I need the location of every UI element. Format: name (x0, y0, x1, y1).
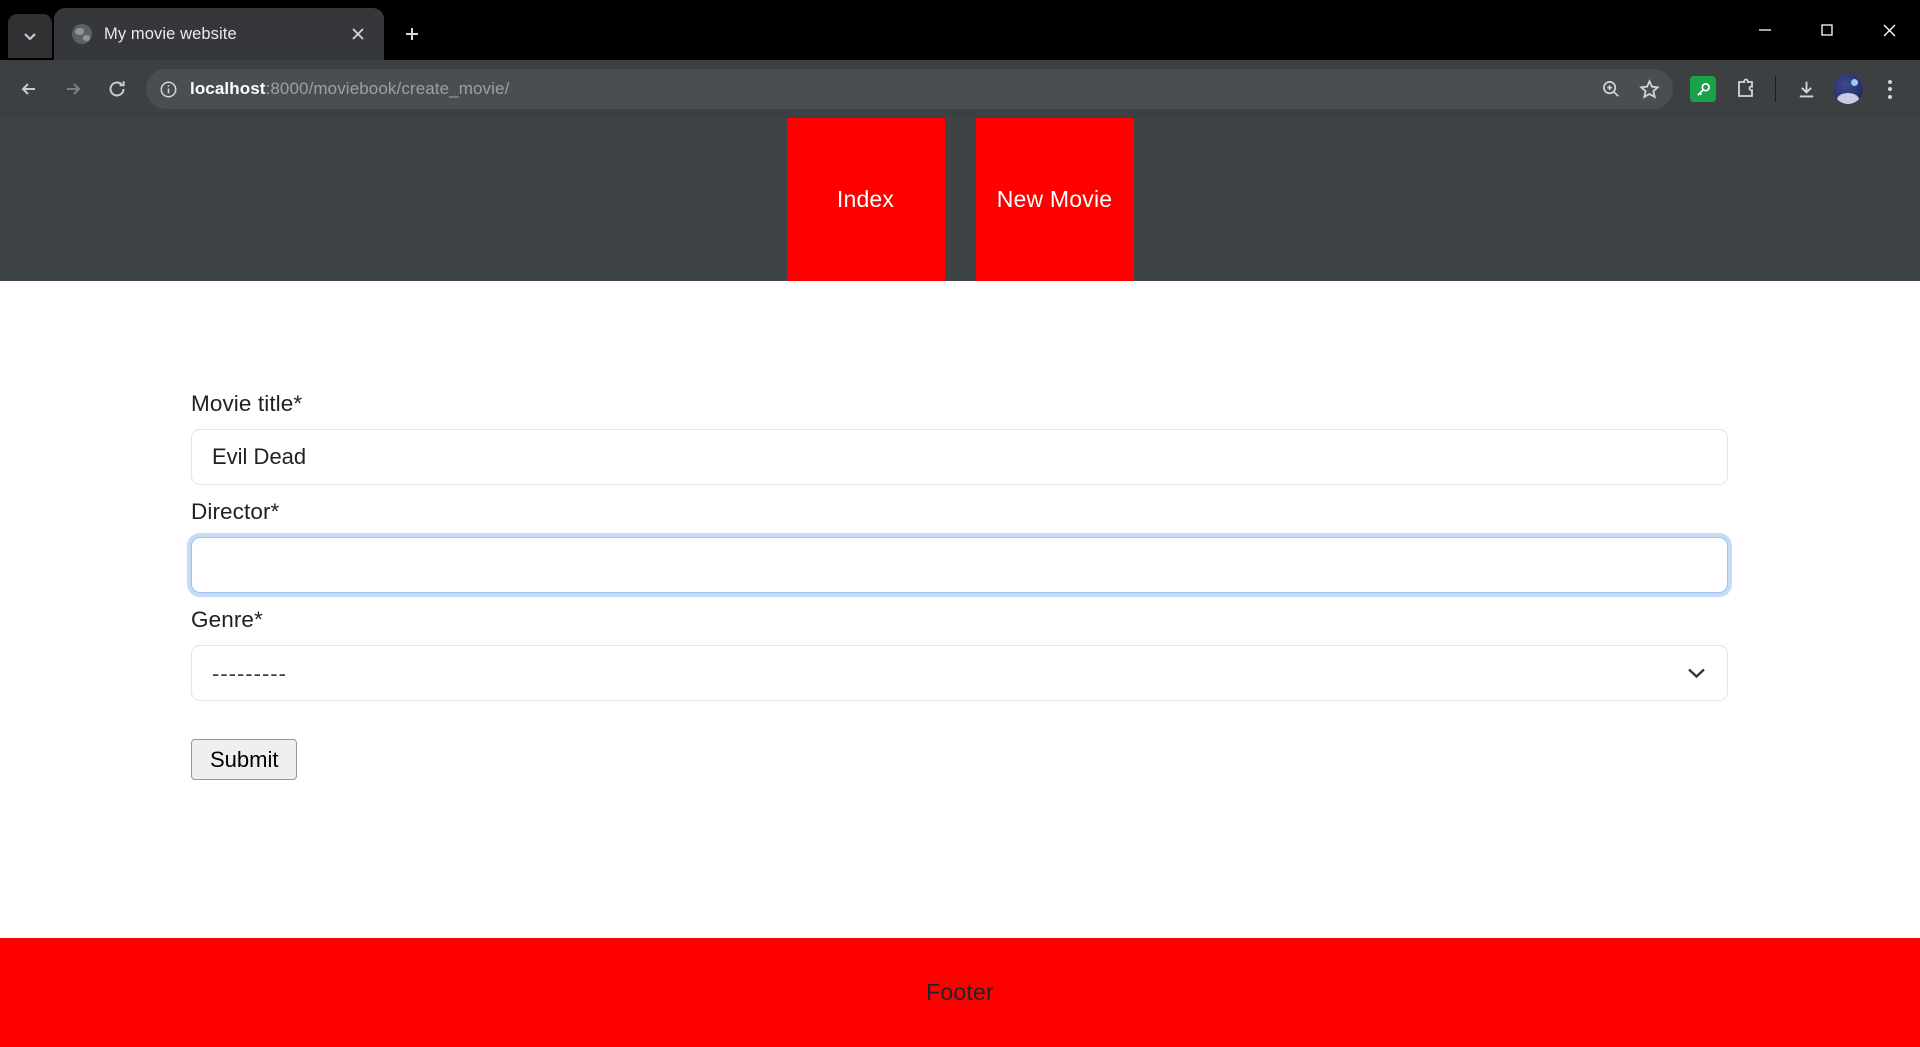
browser-titlebar: My movie website (0, 0, 1920, 60)
url-text: localhost:8000/moviebook/create_movie/ (190, 79, 1589, 99)
maximize-icon (1821, 24, 1833, 36)
browser-window: My movie website localhost:8000/movieboo… (0, 0, 1920, 1047)
create-movie-form: Movie title* Director* Genre* --------- (191, 391, 1728, 781)
close-icon (1883, 24, 1895, 36)
field-director: Director* (191, 499, 1728, 593)
new-tab-button[interactable] (394, 16, 430, 52)
extensions-button[interactable] (1725, 69, 1765, 109)
back-arrow-icon (21, 83, 35, 95)
download-icon (1799, 81, 1813, 97)
page-main-content: Movie title* Director* Genre* --------- (0, 281, 1920, 938)
extensions-puzzle-icon (1738, 78, 1753, 97)
browser-tab[interactable]: My movie website (54, 8, 384, 60)
zoom-in-icon (1603, 81, 1619, 97)
address-bar[interactable]: localhost:8000/moviebook/create_movie/ (146, 69, 1673, 109)
password-manager-button[interactable] (1683, 69, 1723, 109)
bookmark-button[interactable] (1633, 73, 1665, 105)
genre-label: Genre* (191, 607, 263, 632)
director-input[interactable] (191, 537, 1728, 593)
site-navbar: Index New Movie (0, 118, 1920, 281)
profile-button[interactable] (1828, 69, 1868, 109)
minimize-icon (1759, 29, 1771, 31)
key-icon (1696, 82, 1710, 96)
genre-select[interactable]: --------- (191, 645, 1728, 701)
chevron-down-icon (24, 33, 36, 41)
tab-close-button[interactable] (344, 20, 372, 48)
info-circle-icon (160, 81, 176, 97)
window-close-button[interactable] (1858, 0, 1920, 60)
tab-title: My movie website (104, 24, 237, 43)
movie-title-label: Movie title* (191, 391, 303, 416)
url-path: :8000/moviebook/create_movie/ (265, 79, 510, 98)
window-minimize-button[interactable] (1734, 0, 1796, 60)
reload-icon (109, 81, 125, 97)
key-icon-badge (1690, 76, 1716, 102)
globe-icon (72, 24, 92, 44)
forward-button[interactable] (52, 68, 94, 110)
site-footer: Footer (0, 938, 1920, 1047)
genre-select-wrapper: --------- (191, 645, 1728, 701)
downloads-button[interactable] (1786, 69, 1826, 109)
toolbar-divider (1775, 76, 1776, 102)
browser-toolbar: localhost:8000/moviebook/create_movie/ (0, 60, 1920, 118)
zoom-in-button[interactable] (1595, 73, 1627, 105)
back-button[interactable] (8, 68, 50, 110)
forward-arrow-icon (67, 83, 81, 95)
reload-button[interactable] (96, 68, 138, 110)
field-movie-title: Movie title* (191, 391, 1728, 485)
star-icon (1638, 78, 1660, 99)
avatar-icon (1833, 74, 1863, 104)
three-dot-menu-icon (1888, 79, 1892, 99)
close-icon (352, 28, 364, 40)
window-controls (1734, 0, 1920, 60)
director-label: Director* (191, 499, 280, 524)
tab-strip: My movie website (0, 0, 430, 60)
url-host: localhost (190, 79, 266, 98)
browser-menu-button[interactable] (1870, 69, 1910, 109)
site-info-button[interactable] (152, 73, 184, 105)
nav-link-index[interactable]: Index (786, 118, 945, 281)
tab-search-button[interactable] (8, 14, 52, 58)
footer-text: Footer (926, 979, 994, 1005)
plus-icon (406, 28, 418, 40)
movie-title-input[interactable] (191, 429, 1728, 485)
nav-link-new-movie[interactable]: New Movie (975, 118, 1134, 281)
field-genre: Genre* --------- (191, 607, 1728, 701)
submit-button[interactable]: Submit (191, 739, 298, 781)
window-maximize-button[interactable] (1796, 0, 1858, 60)
page-viewport: Index New Movie Movie title* Director* G… (0, 118, 1920, 1047)
